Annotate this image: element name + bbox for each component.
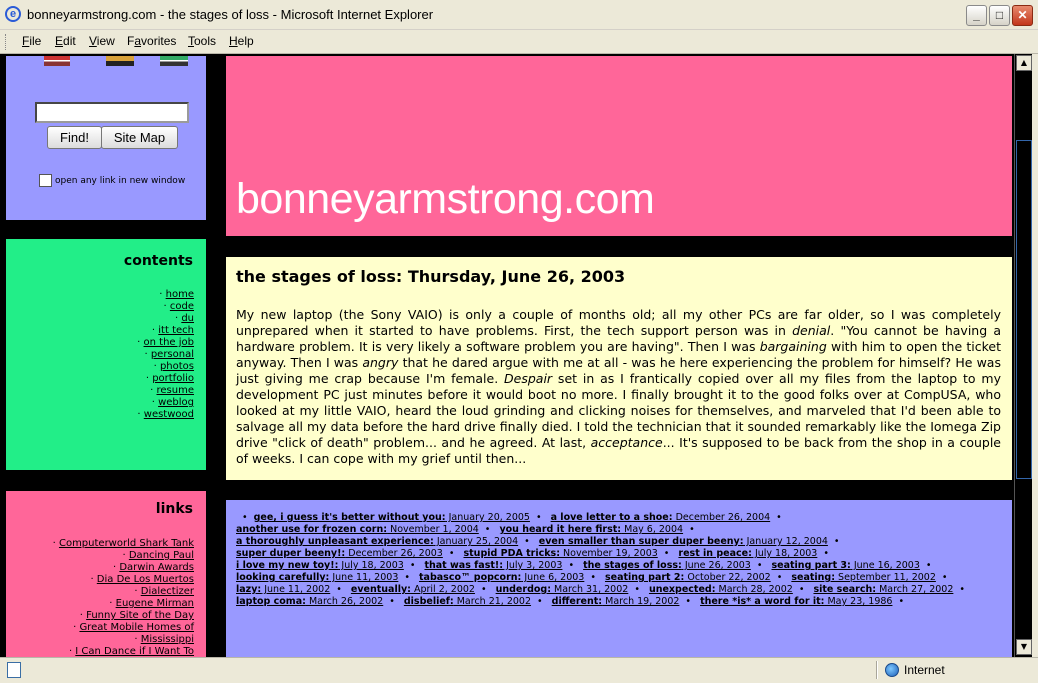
contents-panel: contents homecodeduitt techon the jobper… bbox=[6, 239, 206, 470]
archive-entry-link[interactable]: stupid PDA tricks: November 19, 2003 bbox=[463, 548, 657, 559]
links-link[interactable]: Eugene Mirman bbox=[53, 598, 194, 610]
hands-icon[interactable] bbox=[106, 56, 134, 66]
archive-entry-link[interactable]: unexpected: March 28, 2002 bbox=[649, 584, 793, 595]
close-button[interactable]: ✕ bbox=[1012, 5, 1033, 26]
archive-entry-link[interactable]: rest in peace: July 18, 2003 bbox=[678, 548, 817, 559]
archive-entry-link[interactable]: looking carefully: June 11, 2003 bbox=[236, 572, 398, 583]
contents-link[interactable]: personal bbox=[137, 349, 194, 361]
contents-link[interactable]: du bbox=[137, 313, 194, 325]
links-link[interactable]: I Can Dance if I Want To bbox=[53, 646, 194, 657]
links-list: Computerworld Shark TankDancing PaulDarw… bbox=[53, 538, 194, 657]
article-title: the stages of loss: Thursday, June 26, 2… bbox=[236, 267, 626, 286]
archive-entry-link[interactable]: site search: March 27, 2002 bbox=[813, 584, 953, 595]
window-title: bonneyarmstrong.com - the stages of loss… bbox=[27, 7, 434, 22]
search-input[interactable] bbox=[35, 102, 189, 123]
contents-list: homecodeduitt techon the jobpersonalphot… bbox=[137, 289, 194, 421]
globe-icon bbox=[885, 663, 899, 677]
archive-entry-link[interactable]: a thoroughly unpleasant experience: Janu… bbox=[236, 536, 518, 547]
links-heading: links bbox=[155, 501, 193, 517]
links-link[interactable]: Funny Site of the Day bbox=[53, 610, 194, 622]
archive-entry-link[interactable]: laptop coma: March 26, 2002 bbox=[236, 596, 383, 607]
archive-entry-link[interactable]: underdog: March 31, 2002 bbox=[496, 584, 629, 595]
new-window-option: open any link in new window bbox=[39, 174, 185, 187]
contents-link[interactable]: weblog bbox=[137, 397, 194, 409]
find-button[interactable]: Find! bbox=[47, 126, 102, 149]
archive-entry-link[interactable]: seating part 3: June 16, 2003 bbox=[772, 560, 920, 571]
menu-bar: File Edit View Favorites Tools Help bbox=[0, 30, 1038, 78]
archive-entry-link[interactable]: gee, i guess it's better without you: Ja… bbox=[254, 512, 530, 523]
window-border bbox=[1032, 54, 1038, 657]
article-panel: the stages of loss: Thursday, June 26, 2… bbox=[226, 257, 1012, 480]
scroll-up-arrow-icon[interactable]: ▲ bbox=[1016, 55, 1032, 71]
archive-entry-link[interactable]: another use for frozen corn: November 1,… bbox=[236, 524, 479, 535]
menu-file[interactable]: File bbox=[22, 34, 41, 48]
contents-link[interactable]: resume bbox=[137, 385, 195, 397]
links-link[interactable]: Mississippi bbox=[53, 634, 194, 646]
title-bar: e bonneyarmstrong.com - the stages of lo… bbox=[0, 0, 1038, 30]
archive-entry-link[interactable]: disbelief: March 21, 2002 bbox=[404, 596, 531, 607]
computer-icon[interactable] bbox=[160, 56, 188, 66]
scroll-down-arrow-icon[interactable]: ▼ bbox=[1016, 639, 1032, 655]
archive-entry-link[interactable]: even smaller than super duper beeny: Jan… bbox=[539, 536, 828, 547]
archive-entry-link[interactable]: you heard it here first: May 6, 2004 bbox=[499, 524, 683, 535]
archive-entry-link[interactable]: eventually: April 2, 2002 bbox=[351, 584, 475, 595]
links-panel: links Computerworld Shark TankDancing Pa… bbox=[6, 491, 206, 657]
new-window-checkbox[interactable] bbox=[39, 174, 52, 187]
links-link[interactable]: Dialectizer bbox=[53, 586, 194, 598]
toolbar-grip[interactable] bbox=[5, 34, 8, 50]
page-icon bbox=[7, 662, 21, 678]
archive-entry-link[interactable]: there *is* a word for it: May 23, 1986 bbox=[700, 596, 892, 607]
contents-link[interactable]: photos bbox=[137, 361, 194, 373]
security-zone-label: Internet bbox=[904, 663, 945, 677]
menu-favorites[interactable]: Favorites bbox=[127, 34, 176, 48]
archive-list: • gee, i guess it's better without you: J… bbox=[236, 512, 965, 607]
archive-entry-link[interactable]: tabasco™ popcorn: June 6, 2003 bbox=[419, 572, 584, 583]
menu-tools[interactable]: Tools bbox=[188, 34, 216, 48]
site-header: bonneyarmstrong.com bbox=[226, 56, 1012, 236]
archive-entry-link[interactable]: seating part 2: October 22, 2002 bbox=[605, 572, 771, 583]
contents-link[interactable]: portfolio bbox=[137, 373, 194, 385]
search-panel: Find! Site Map open any link in new wind… bbox=[6, 56, 206, 220]
contents-link[interactable]: code bbox=[137, 301, 194, 313]
site-name: bonneyarmstrong.com bbox=[236, 175, 655, 223]
internet-explorer-icon: e bbox=[5, 6, 21, 22]
archive-entry-link[interactable]: lazy: June 11, 2002 bbox=[236, 584, 330, 595]
status-divider bbox=[876, 661, 878, 679]
scroll-thumb[interactable] bbox=[1016, 140, 1032, 479]
menu-edit[interactable]: Edit bbox=[55, 34, 76, 48]
links-link[interactable]: Dia De Los Muertos bbox=[53, 574, 194, 586]
minimize-button[interactable]: _ bbox=[966, 5, 987, 26]
contents-link[interactable]: on the job bbox=[137, 337, 194, 349]
archive-entry-link[interactable]: super duper beeny!: December 26, 2003 bbox=[236, 548, 443, 559]
links-link[interactable]: Darwin Awards bbox=[53, 562, 194, 574]
contents-heading: contents bbox=[123, 253, 193, 269]
archive-entry-link[interactable]: different: March 19, 2002 bbox=[552, 596, 680, 607]
archive-entry-link[interactable]: the stages of loss: June 26, 2003 bbox=[583, 560, 751, 571]
maximize-button[interactable]: □ bbox=[989, 5, 1010, 26]
archive-entry-link[interactable]: that was fast!: July 3, 2003 bbox=[424, 560, 562, 571]
links-link[interactable]: Dancing Paul bbox=[53, 550, 194, 562]
links-link[interactable]: Computerworld Shark Tank bbox=[53, 538, 194, 550]
new-window-label: open any link in new window bbox=[55, 176, 186, 186]
contents-link[interactable]: itt tech bbox=[137, 325, 194, 337]
status-bar: Internet bbox=[0, 657, 1038, 683]
page-viewport: Find! Site Map open any link in new wind… bbox=[0, 54, 1014, 657]
site-map-button[interactable]: Site Map bbox=[101, 126, 178, 149]
menu-view[interactable]: View bbox=[89, 34, 115, 48]
archive-entry-link[interactable]: seating: September 11, 2002 bbox=[791, 572, 936, 583]
vertical-scrollbar[interactable]: ▲ ▼ bbox=[1014, 54, 1032, 657]
archive-entry-link[interactable]: a love letter to a shoe: December 26, 20… bbox=[551, 512, 771, 523]
menu-help[interactable]: Help bbox=[229, 34, 254, 48]
contents-link[interactable]: home bbox=[137, 289, 194, 301]
folder-icon[interactable] bbox=[44, 56, 70, 66]
contents-link[interactable]: westwood bbox=[137, 409, 194, 421]
archive-panel: • gee, i guess it's better without you: J… bbox=[226, 500, 1012, 657]
links-link[interactable]: Great Mobile Homes of bbox=[53, 622, 194, 634]
archive-entry-link[interactable]: i love my new toy!: July 18, 2003 bbox=[236, 560, 404, 571]
article-body: My new laptop (the Sony VAIO) is only a … bbox=[236, 307, 1001, 466]
